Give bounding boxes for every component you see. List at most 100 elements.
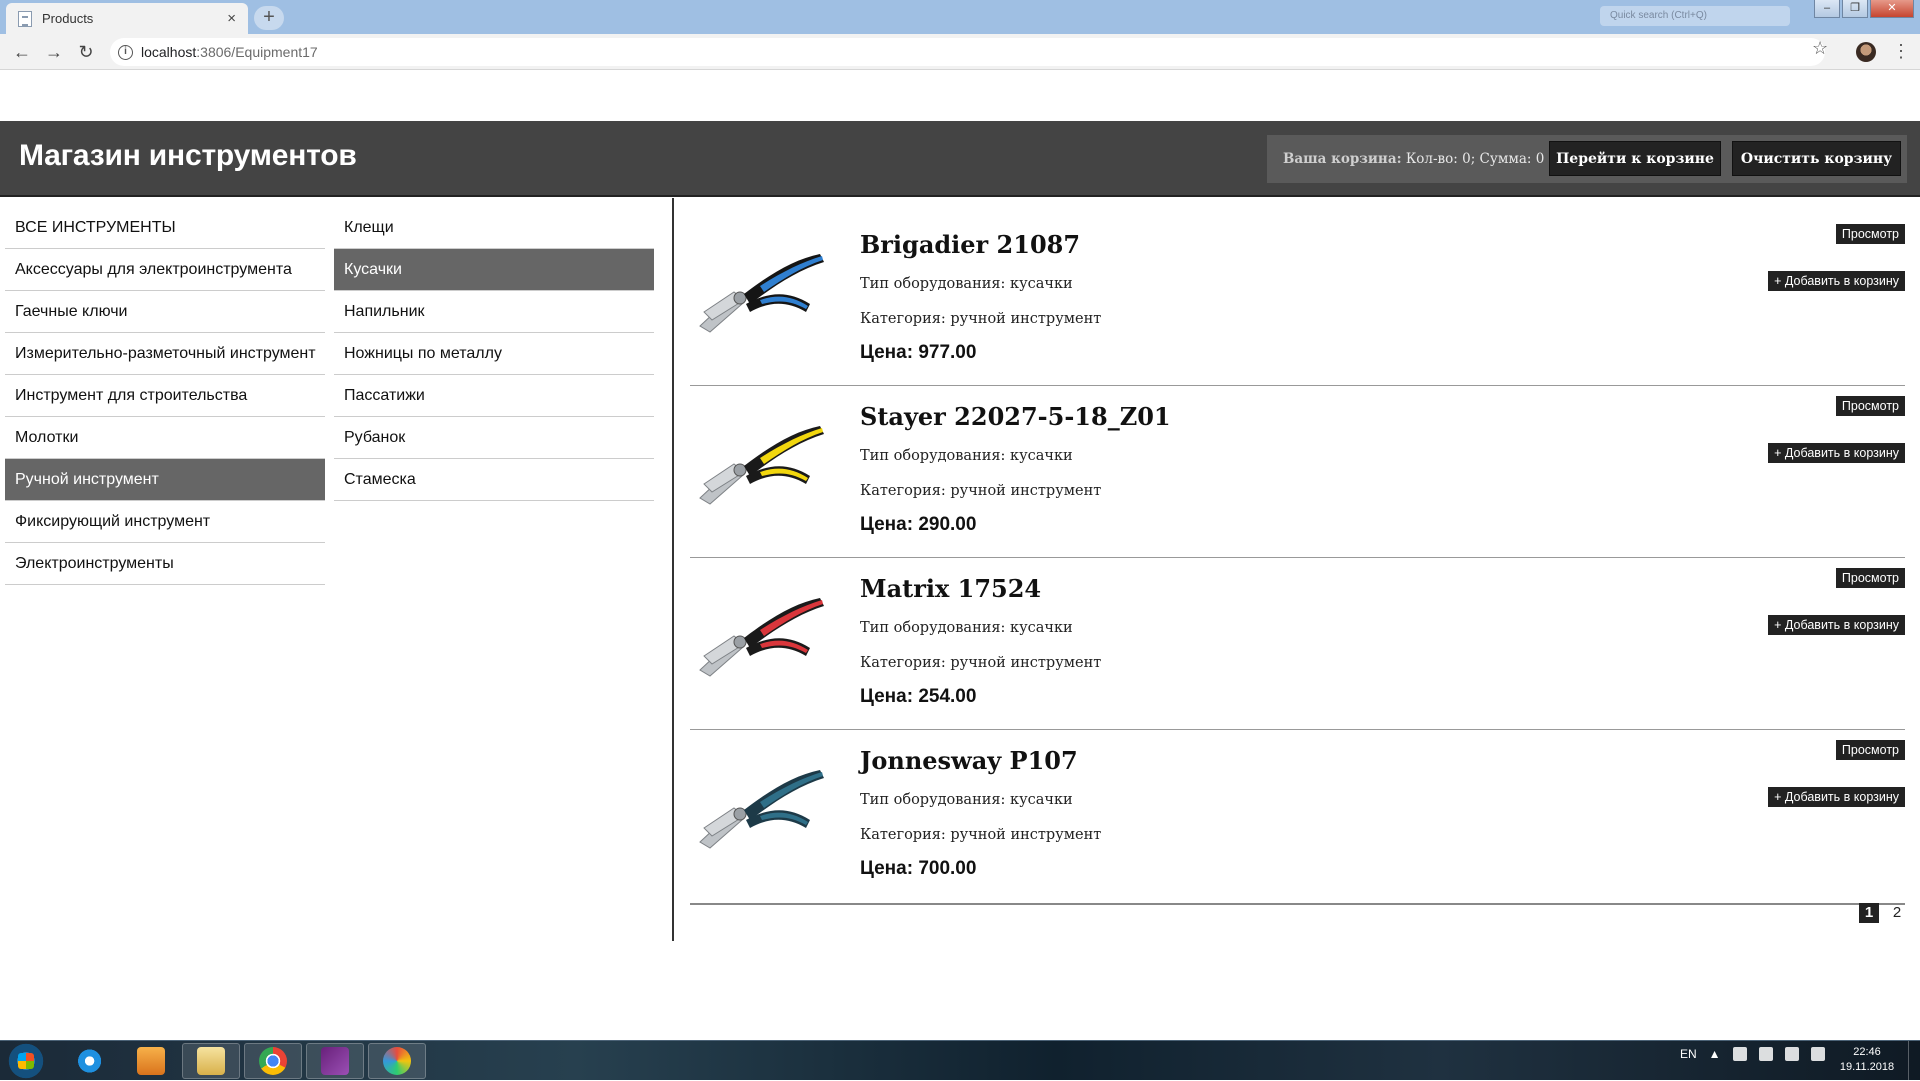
page-link[interactable]: 1	[1859, 903, 1879, 923]
product-name: Matrix 17524	[860, 574, 1042, 603]
product-category: Категория: ручной инструмент	[860, 311, 1102, 327]
page-link[interactable]: 2	[1887, 903, 1907, 923]
chrome-icon	[259, 1047, 287, 1075]
flag-icon[interactable]	[1732, 1047, 1747, 1061]
taskbar-ie-button[interactable]	[62, 1043, 120, 1079]
subcategory-item[interactable]: Пассатижи	[334, 375, 654, 417]
bookmark-star-icon[interactable]: ☆	[1812, 38, 1828, 59]
reload-icon[interactable]: ↻	[70, 37, 102, 67]
minimize-button[interactable]: –	[1814, 0, 1840, 18]
visual-studio-icon	[321, 1047, 349, 1075]
product-image[interactable]	[690, 578, 840, 698]
clock-time: 22:46	[1853, 1046, 1881, 1058]
page-favicon-icon	[18, 10, 32, 27]
product-category: Категория: ручной инструмент	[860, 655, 1102, 671]
windows-taskbar: EN ▲ 22:46 19.11.2018	[0, 1040, 1920, 1081]
product-type: Тип оборудования: кусачки	[860, 620, 1073, 636]
category-item[interactable]: Молотки	[5, 417, 325, 459]
product-image[interactable]	[690, 406, 840, 526]
folder-icon	[197, 1047, 225, 1075]
show-desktop-button[interactable]	[1908, 1041, 1920, 1081]
view-product-button[interactable]: Просмотр	[1835, 396, 1905, 416]
volume-icon[interactable]	[1784, 1047, 1799, 1061]
category-item[interactable]: Аксессуары для электроинструмента	[5, 249, 325, 291]
product-name: Stayer 22027-5-18_Z01	[860, 402, 1171, 431]
category-item[interactable]: Фиксирующий инструмент	[5, 501, 325, 543]
quick-search-field[interactable]: Quick search (Ctrl+Q)	[1600, 6, 1790, 26]
taskbar-visual-studio-button[interactable]	[306, 1043, 364, 1079]
product-type: Тип оборудования: кусачки	[860, 792, 1073, 808]
info-icon[interactable]: i	[118, 44, 133, 60]
product-name: Brigadier 21087	[860, 230, 1081, 259]
category-item[interactable]: Электроинструменты	[5, 543, 325, 585]
clear-cart-button[interactable]: Очистить корзину	[1732, 141, 1901, 176]
clock-date: 19.11.2018	[1839, 1061, 1895, 1073]
paint-icon	[383, 1047, 411, 1075]
window-controls: – ❐ ✕	[1812, 0, 1914, 18]
clock[interactable]: 22:46 19.11.2018	[1836, 1045, 1898, 1075]
network-icon[interactable]	[1810, 1047, 1825, 1061]
add-to-cart-button[interactable]: + Добавить в корзину	[1768, 787, 1905, 807]
new-tab-button[interactable]: +	[254, 6, 284, 30]
forward-icon[interactable]: →	[38, 37, 70, 67]
start-button[interactable]	[4, 1043, 48, 1079]
tray-expand-icon[interactable]: ▲	[1709, 1047, 1721, 1061]
taskbar-chrome-button[interactable]	[244, 1043, 302, 1079]
product-type: Тип оборудования: кусачки	[860, 276, 1073, 292]
product-price: Цена: 254.00	[860, 686, 977, 707]
view-product-button[interactable]: Просмотр	[1835, 224, 1905, 244]
subcategory-item[interactable]: Рубанок	[334, 417, 654, 459]
maximize-button[interactable]: ❐	[1842, 0, 1868, 18]
address-bar[interactable]: i localhost:3806/Equipment17	[110, 38, 1825, 66]
cart-summary: Ваша корзина: Кол-во: 0; Сумма: 0	[1283, 151, 1544, 167]
profile-avatar[interactable]	[1856, 42, 1876, 62]
cart-details: Кол-во: 0; Сумма: 0	[1405, 151, 1545, 167]
subcategory-item[interactable]: Клещи	[334, 207, 654, 249]
internet-explorer-icon	[77, 1047, 105, 1075]
tab-title: Products	[42, 11, 94, 26]
browser-menu-icon[interactable]: ⋮	[1892, 41, 1910, 62]
view-product-button[interactable]: Просмотр	[1835, 740, 1905, 760]
tab-close-icon[interactable]: ×	[227, 10, 236, 27]
taskbar-explorer-button[interactable]	[182, 1043, 240, 1079]
dropbox-icon[interactable]	[1758, 1047, 1773, 1061]
product-image[interactable]	[690, 750, 840, 870]
url-host: localhost	[141, 44, 197, 60]
product-card: Brigadier 21087 Тип оборудования: кусачки…	[690, 214, 1905, 386]
browser-toolbar: ← → ↻ i localhost:3806/Equipment17 ☆ ⋮	[0, 34, 1920, 70]
category-item[interactable]: Инструмент для строительства	[5, 375, 325, 417]
subcategory-item[interactable]: Кусачки	[334, 249, 654, 291]
close-window-button[interactable]: ✕	[1870, 0, 1914, 18]
cart-label: Ваша корзина:	[1283, 151, 1402, 167]
product-card: Matrix 17524 Тип оборудования: кусачки Кат…	[690, 558, 1905, 730]
add-to-cart-button[interactable]: + Добавить в корзину	[1768, 615, 1905, 635]
product-price: Цена: 700.00	[860, 858, 977, 879]
product-name: Jonnesway P107	[860, 746, 1078, 775]
language-indicator[interactable]: EN	[1680, 1047, 1697, 1061]
go-to-cart-button[interactable]: Перейти к корзине	[1549, 141, 1721, 176]
add-to-cart-button[interactable]: + Добавить в корзину	[1768, 443, 1905, 463]
subcategory-item[interactable]: Стамеска	[334, 459, 654, 501]
product-category: Категория: ручной инструмент	[860, 483, 1102, 499]
subcategory-item[interactable]: Напильник	[334, 291, 654, 333]
product-image[interactable]	[690, 234, 840, 354]
site-brand[interactable]: Магазин инструментов	[19, 139, 357, 173]
category-item[interactable]: Гаечные ключи	[5, 291, 325, 333]
category-item[interactable]: ВСЕ ИНСТРУМЕНТЫ	[5, 207, 325, 249]
product-price: Цена: 290.00	[860, 514, 977, 535]
subcategory-item[interactable]: Ножницы по металлу	[334, 333, 654, 375]
product-price: Цена: 977.00	[860, 342, 977, 363]
add-to-cart-button[interactable]: + Добавить в корзину	[1768, 271, 1905, 291]
browser-tab[interactable]: Products ×	[6, 3, 248, 34]
category-item[interactable]: Измерительно-разметочный инструмент	[5, 333, 325, 375]
product-category: Категория: ручной инструмент	[860, 827, 1102, 843]
taskbar-media-button[interactable]	[122, 1043, 180, 1079]
system-tray: EN ▲	[1680, 1047, 1825, 1061]
product-card: Stayer 22027-5-18_Z01 Тип оборудования: к…	[690, 386, 1905, 558]
back-icon[interactable]: ←	[6, 37, 38, 67]
product-card: Jonnesway P107 Тип оборудования: кусачки К…	[690, 730, 1905, 905]
taskbar-paint-button[interactable]	[368, 1043, 426, 1079]
category-item[interactable]: Ручной инструмент	[5, 459, 325, 501]
product-type: Тип оборудования: кусачки	[860, 448, 1073, 464]
view-product-button[interactable]: Просмотр	[1835, 568, 1905, 588]
